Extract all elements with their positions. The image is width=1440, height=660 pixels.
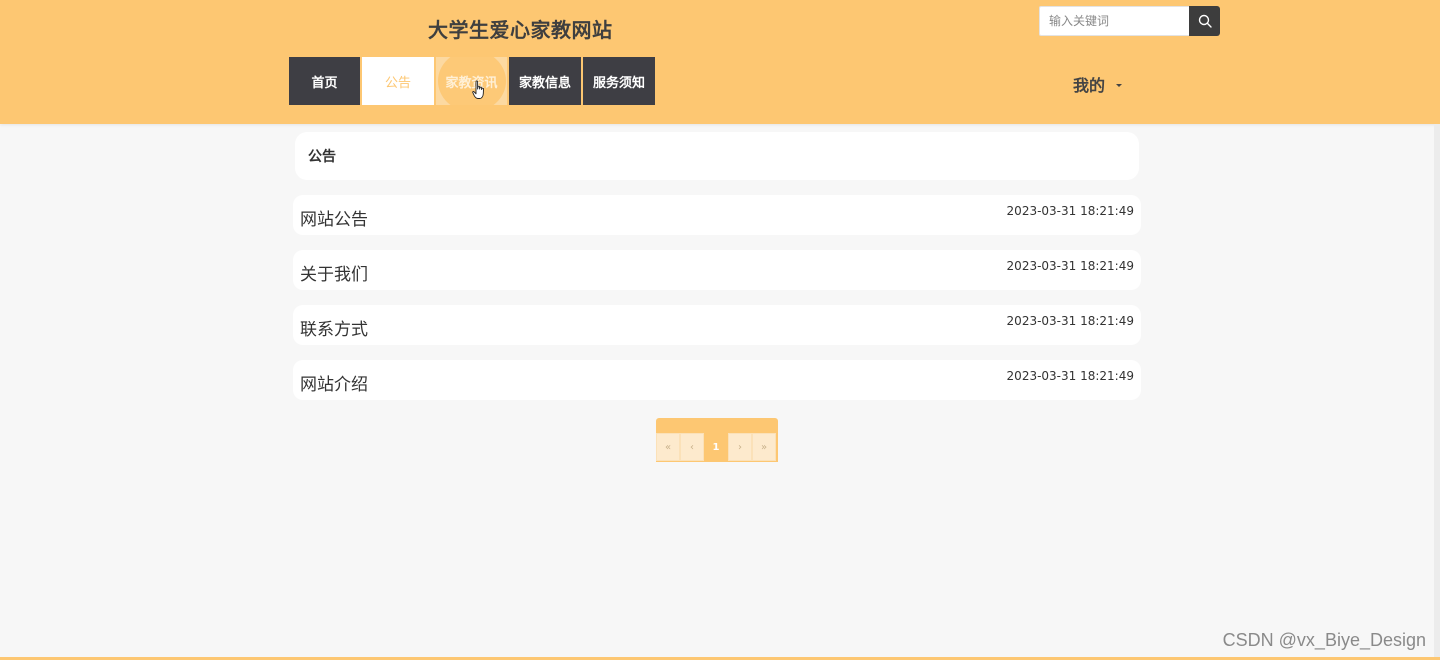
prev-page-button[interactable]: ‹ (680, 433, 704, 461)
notice-title: 网站公告 (300, 210, 368, 230)
page-number-button[interactable]: 1 (704, 433, 728, 461)
notice-item[interactable]: 网站介绍 2023-03-31 18:21:49 (293, 360, 1141, 400)
user-menu-dropdown[interactable]: 我的 (1073, 72, 1123, 96)
section-title: 公告 (308, 149, 336, 165)
caret-down-icon (1116, 83, 1123, 87)
search-input[interactable] (1039, 6, 1189, 36)
first-page-button[interactable]: « (656, 433, 680, 461)
search-icon (1198, 14, 1212, 28)
search-button[interactable] (1189, 6, 1220, 36)
last-page-button[interactable]: » (752, 433, 776, 461)
site-title: 大学生爱心家教网站 (428, 18, 613, 42)
nav-item-label: 服务须知 (592, 75, 645, 91)
scrollbar-track[interactable] (1434, 124, 1440, 657)
search-box (1039, 6, 1220, 36)
notice-title: 网站介绍 (300, 375, 368, 395)
notice-time: 2023-03-31 18:21:49 (1006, 369, 1134, 383)
nav-item-service-notes[interactable]: 服务须知 (583, 57, 655, 105)
section-header: 公告 (295, 132, 1139, 180)
notice-title: 联系方式 (300, 320, 368, 340)
notice-time: 2023-03-31 18:21:49 (1006, 259, 1134, 273)
notice-item[interactable]: 联系方式 2023-03-31 18:21:49 (293, 305, 1141, 345)
notice-list: 网站公告 2023-03-31 18:21:49 关于我们 2023-03-31… (293, 195, 1141, 415)
pagination: « ‹ 1 › » (656, 418, 778, 462)
nav-item-label: 公告 (384, 75, 411, 91)
nav-item-tutoring-info[interactable]: 家教信息 (509, 57, 581, 105)
notice-item[interactable]: 关于我们 2023-03-31 18:21:49 (293, 250, 1141, 290)
notice-time: 2023-03-31 18:21:49 (1006, 204, 1134, 218)
nav-item-notice[interactable]: 公告 (362, 57, 434, 105)
nav-item-label: 家教信息 (518, 75, 571, 91)
pagination-buttons: « ‹ 1 › » (656, 433, 776, 461)
next-page-button[interactable]: › (728, 433, 752, 461)
notice-time: 2023-03-31 18:21:49 (1006, 314, 1134, 328)
notice-item[interactable]: 网站公告 2023-03-31 18:21:49 (293, 195, 1141, 235)
hand-cursor-icon (472, 80, 484, 99)
watermark: CSDN @vx_Biye_Design (1222, 630, 1426, 650)
user-menu-label: 我的 (1073, 76, 1106, 95)
notice-title: 关于我们 (300, 265, 368, 285)
site-header: 大学生爱心家教网站 首页 公告 家教资讯 家教信息 服务须知 我 (0, 0, 1440, 124)
nav-item-label: 首页 (311, 75, 338, 91)
nav-item-home[interactable]: 首页 (289, 57, 360, 105)
